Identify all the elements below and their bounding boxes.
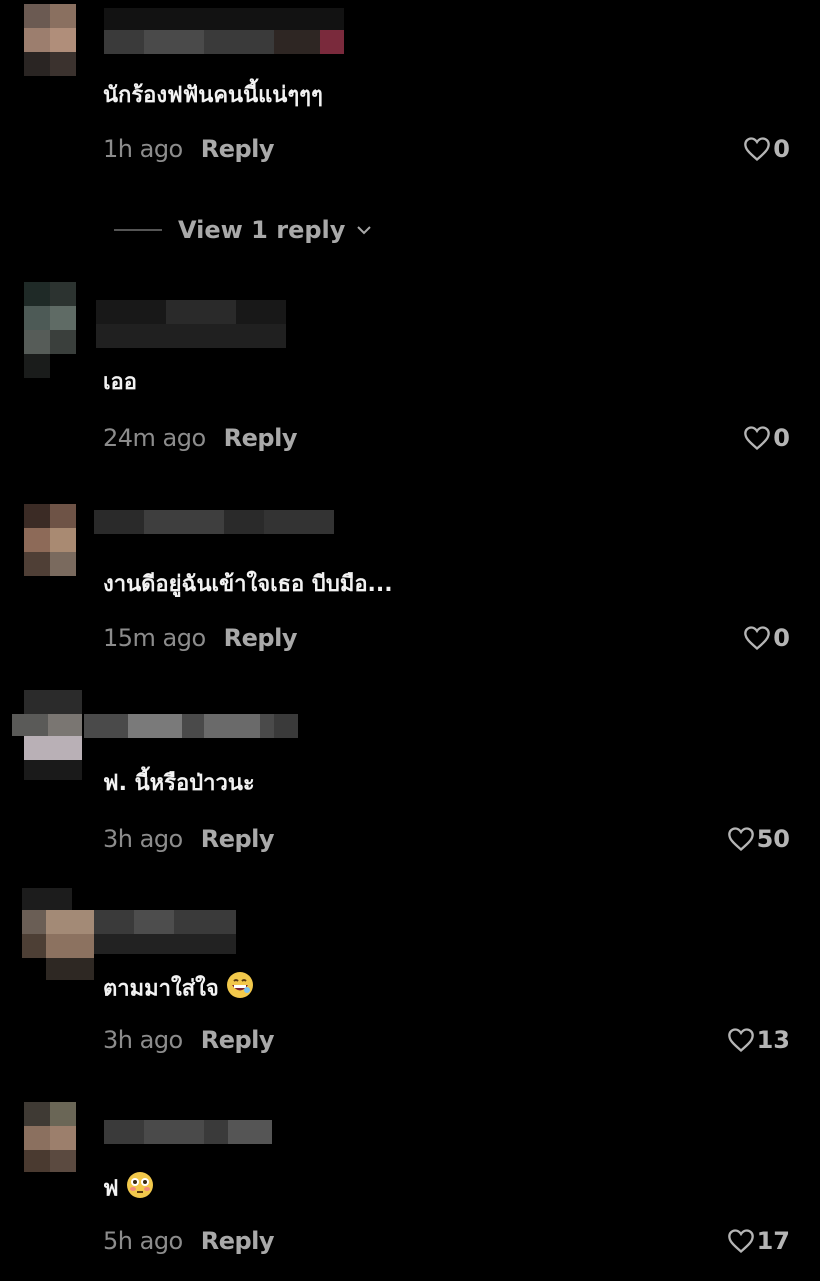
reply-button[interactable]: Reply bbox=[201, 1026, 275, 1054]
comment-text-content: ตามมาใส่ใจ bbox=[103, 976, 219, 1002]
like-count: 13 bbox=[756, 1026, 790, 1054]
heart-outline-icon bbox=[727, 827, 754, 852]
heart-outline-icon bbox=[744, 626, 771, 651]
heart-outline-icon bbox=[727, 1028, 754, 1053]
comment-text-content: ฟ bbox=[103, 1176, 119, 1202]
comment-text: ฟ. นี้หรือป่าวนะ bbox=[103, 771, 255, 796]
heart-outline-icon bbox=[744, 137, 771, 162]
comment-text: เออ bbox=[103, 370, 137, 395]
comment-time: 1h ago bbox=[103, 135, 183, 163]
like-count: 0 bbox=[773, 135, 790, 163]
reply-button[interactable]: Reply bbox=[224, 624, 298, 652]
like-button[interactable]: 17 bbox=[727, 1225, 790, 1257]
like-button[interactable]: 50 bbox=[727, 823, 790, 855]
like-button[interactable]: 13 bbox=[727, 1024, 790, 1056]
like-button[interactable]: 0 bbox=[743, 133, 790, 165]
like-count: 0 bbox=[773, 424, 790, 452]
reply-button[interactable]: Reply bbox=[201, 135, 275, 163]
grinning-sweat-emoji-icon bbox=[225, 970, 255, 1009]
comment-time: 24m ago bbox=[103, 424, 206, 452]
comment-meta: 15m ago Reply bbox=[103, 622, 297, 654]
comment-meta: 3h ago Reply bbox=[103, 823, 275, 855]
heart-outline-icon bbox=[727, 1229, 754, 1254]
reply-button[interactable]: Reply bbox=[201, 1227, 275, 1255]
comment-time: 3h ago bbox=[103, 1026, 183, 1054]
divider bbox=[114, 229, 162, 231]
view-replies-button[interactable]: View 1 reply bbox=[114, 214, 373, 246]
comment-text: ตามมาใส่ใจ bbox=[103, 970, 255, 1009]
comment-text: งานดีอยู่ฉันเข้าใจเธอ บีบมือ... bbox=[103, 572, 393, 597]
flushed-face-emoji-icon bbox=[125, 1170, 155, 1209]
comment-time: 3h ago bbox=[103, 825, 183, 853]
comment-meta: 24m ago Reply bbox=[103, 422, 297, 454]
view-replies-label: View 1 reply bbox=[178, 216, 346, 244]
heart-outline-icon bbox=[744, 426, 771, 451]
like-button[interactable]: 0 bbox=[743, 422, 790, 454]
comment-meta: 1h ago Reply bbox=[103, 133, 275, 165]
like-button[interactable]: 0 bbox=[743, 622, 790, 654]
like-count: 0 bbox=[773, 624, 790, 652]
comment-meta: 3h ago Reply bbox=[103, 1024, 275, 1056]
comment-time: 15m ago bbox=[103, 624, 206, 652]
chevron-down-icon bbox=[357, 226, 372, 235]
reply-button[interactable]: Reply bbox=[201, 825, 275, 853]
comment-text: นักร้องฟฟันคนนี้แน่ๆๆๆ bbox=[103, 83, 323, 108]
reply-button[interactable]: Reply bbox=[224, 424, 298, 452]
comment-text: ฟ bbox=[103, 1170, 155, 1209]
comment-meta: 5h ago Reply bbox=[103, 1225, 275, 1257]
like-count: 50 bbox=[756, 825, 790, 853]
comment-time: 5h ago bbox=[103, 1227, 183, 1255]
like-count: 17 bbox=[756, 1227, 790, 1255]
